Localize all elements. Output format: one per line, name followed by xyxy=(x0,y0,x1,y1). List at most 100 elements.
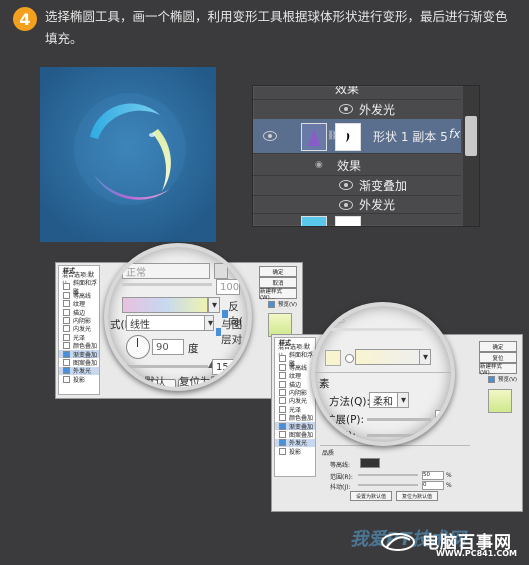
step-number-badge: 4 xyxy=(13,7,37,31)
checkbox-icon[interactable] xyxy=(63,317,70,325)
magnifier-gradient-settings: 正常 100 ▾ 反向( 式(L): 线性 ▾ 与图层对 90 度 150 设置… xyxy=(104,243,252,391)
range-input[interactable]: 50 xyxy=(422,471,444,480)
checkbox-icon[interactable] xyxy=(63,375,70,383)
range-percent: % xyxy=(446,472,452,479)
checkbox-icon[interactable] xyxy=(279,372,286,380)
new-style-button[interactable]: 新建样式(W)... xyxy=(259,288,297,301)
checkbox-icon[interactable] xyxy=(279,439,286,447)
checkbox-icon[interactable] xyxy=(63,358,70,366)
spread-slider-track[interactable] xyxy=(367,418,431,421)
layer-mask-thumbnail xyxy=(335,216,361,226)
fx-badge[interactable]: fx xyxy=(449,127,460,141)
glow-gradient-dropdown-icon[interactable]: ▾ xyxy=(419,349,431,365)
checkbox-icon[interactable] xyxy=(63,300,70,308)
gradient-dropdown-arrow-icon[interactable]: ▾ xyxy=(208,297,220,313)
ok-button[interactable]: 确定 xyxy=(479,341,517,352)
style-dropdown-arrow-icon[interactable]: ▾ xyxy=(204,315,214,331)
size-slider-track[interactable] xyxy=(367,434,431,437)
effect-label: 渐变叠加 xyxy=(359,179,408,193)
gradient-style-select[interactable]: 线性 xyxy=(126,315,206,331)
layer-thumbnail xyxy=(301,216,327,226)
scale-slider-track[interactable] xyxy=(116,365,208,368)
eye-icon[interactable] xyxy=(339,180,353,190)
opacity-input[interactable]: 100 xyxy=(216,279,240,295)
checkbox-icon[interactable] xyxy=(63,367,70,375)
layer-row[interactable] xyxy=(253,213,461,226)
jitter-input[interactable]: 0 xyxy=(422,481,444,490)
gradient-radio-icon[interactable] xyxy=(345,354,354,363)
glass-sphere-illustration xyxy=(40,67,216,242)
layer-effect-row[interactable]: 外发光 xyxy=(253,195,461,214)
magnifier-glow-settings: 杂色 ▾ 素 方法(Q): 柔和 ▾ 扩展(P): 0 小(S): 81 xyxy=(311,302,455,446)
checkbox-icon[interactable] xyxy=(279,380,286,388)
checkbox-icon[interactable] xyxy=(63,283,70,291)
ok-button[interactable]: 确定 xyxy=(259,266,297,277)
reset-default-button[interactable]: 复位为默认值 xyxy=(396,491,438,501)
angle-dial[interactable] xyxy=(126,335,150,359)
effects-label: 效果 xyxy=(335,85,360,96)
mask-shape-icon xyxy=(346,133,350,142)
checkbox-icon[interactable] xyxy=(267,300,275,308)
layers-scrollbar[interactable] xyxy=(463,86,479,226)
scrollbar-thumb[interactable] xyxy=(465,116,477,156)
glow-gradient-swatch[interactable] xyxy=(355,349,421,365)
make-default-button[interactable]: 设置为默认值 xyxy=(350,491,392,501)
sidebar-item[interactable]: 投影 xyxy=(59,375,99,384)
checkbox-icon[interactable] xyxy=(63,333,70,341)
checkbox-icon[interactable] xyxy=(279,447,286,455)
effects-toggle-icon[interactable]: ◉ xyxy=(315,160,323,170)
eye-icon[interactable] xyxy=(339,200,353,210)
technique-label: 方法(Q): xyxy=(329,396,370,408)
sidebar-item[interactable]: 投影 xyxy=(275,447,315,456)
checkbox-icon[interactable] xyxy=(63,350,70,358)
noise-label: 杂色 xyxy=(327,315,346,325)
quality-title: 品质 xyxy=(322,450,335,457)
checkbox-icon[interactable] xyxy=(487,375,495,383)
opacity-slider-track[interactable] xyxy=(122,283,212,286)
checkbox-icon[interactable] xyxy=(279,355,286,363)
checkbox-icon[interactable] xyxy=(279,397,286,405)
range-slider-track[interactable] xyxy=(358,474,418,476)
layer-thumbnail xyxy=(301,123,327,151)
glow-color-swatch[interactable] xyxy=(325,350,341,366)
checkbox-icon[interactable] xyxy=(63,308,70,316)
angle-unit: 度 xyxy=(188,343,199,355)
checkbox-icon[interactable] xyxy=(279,363,286,371)
preview-checkbox[interactable]: 预览(V) xyxy=(487,375,517,383)
gradient-swatch[interactable] xyxy=(122,297,208,313)
dither-checkbox[interactable] xyxy=(214,263,228,279)
new-style-button[interactable]: 新建样式(W)... xyxy=(479,363,517,376)
checkbox-icon[interactable] xyxy=(63,291,70,299)
contour-picker[interactable] xyxy=(360,458,380,468)
step-instruction-text: 选择椭圆工具，画一个椭圆，利用变形工具根据球体形状进行变形，最后进行渐变色填充。 xyxy=(45,9,508,46)
effect-label: 外发光 xyxy=(359,198,396,212)
layer-row-selected[interactable]: ⛓ 形状 1 副本 5 fx xyxy=(253,119,461,154)
checkbox-icon[interactable] xyxy=(63,325,70,333)
preview-checkbox[interactable]: 预览(V) xyxy=(267,300,297,308)
technique-dropdown-icon[interactable]: ▾ xyxy=(397,392,409,408)
blend-mode-select[interactable]: 正常 xyxy=(122,263,210,279)
layer-effects-group-row[interactable]: ◉ 效果 xyxy=(253,153,461,176)
align-label: 与图层对 xyxy=(221,319,243,346)
checkbox-icon[interactable] xyxy=(279,414,286,422)
layer-effect-row[interactable]: 渐变叠加 xyxy=(253,175,461,196)
preview-label: 预览(V) xyxy=(277,302,297,308)
noise-slider-track[interactable] xyxy=(327,328,423,331)
checkbox-icon[interactable] xyxy=(279,405,286,413)
technique-select[interactable]: 柔和 xyxy=(369,392,399,408)
align-with-layer-checkbox[interactable]: 与图层对 xyxy=(216,317,248,347)
contour-label: 等高线: xyxy=(330,462,351,469)
checkbox-icon[interactable] xyxy=(63,342,70,350)
visibility-eye-icon[interactable] xyxy=(263,131,277,141)
checkbox-icon[interactable] xyxy=(279,422,286,430)
layer-effects-group-row[interactable]: 效果 xyxy=(253,85,461,100)
spread-label: 扩展(P): xyxy=(325,414,365,426)
scale-input[interactable]: 150 xyxy=(212,359,244,375)
layer-effect-row[interactable]: 外发光 xyxy=(253,99,461,120)
eye-icon[interactable] xyxy=(339,104,353,114)
checkbox-icon[interactable] xyxy=(279,389,286,397)
jitter-slider-track[interactable] xyxy=(358,484,418,486)
angle-input[interactable]: 90 xyxy=(152,339,184,355)
checkbox-icon[interactable] xyxy=(279,430,286,438)
elements-label: 素 xyxy=(319,378,330,390)
